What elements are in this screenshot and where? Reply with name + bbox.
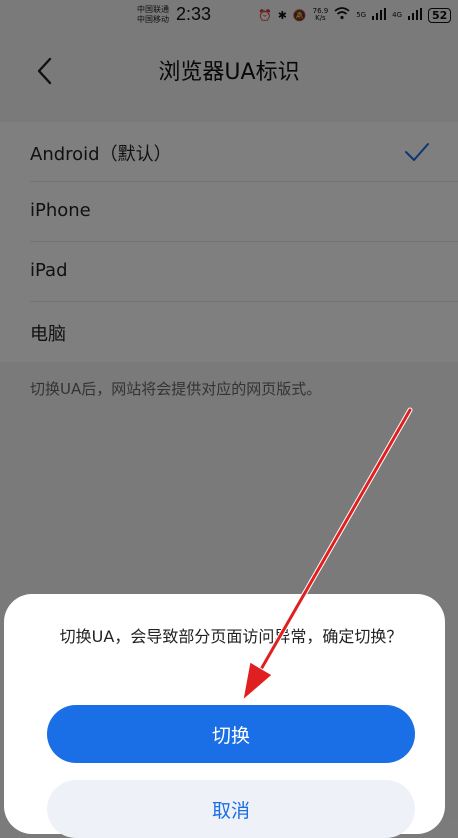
cancel-button[interactable]: 取消 [47, 780, 415, 838]
dialog-message: 切换UA，会导致部分页面访问异常，确定切换？ [59, 627, 403, 646]
confirm-switch-button[interactable]: 切换 [47, 705, 415, 763]
confirm-dialog: 切换UA，会导致部分页面访问异常，确定切换？ 切换 取消 [4, 594, 445, 838]
